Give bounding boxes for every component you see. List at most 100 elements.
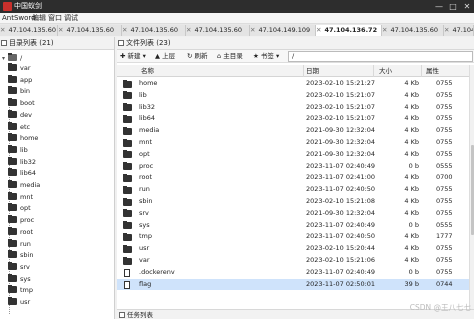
tree-root[interactable]: ▾ / (2, 53, 22, 63)
home-button[interactable]: ⌂ 主目录 (217, 51, 243, 62)
file-row[interactable]: media 2021-09-30 12:32:04 4 Kb 0755 (117, 125, 469, 137)
file-perm: 0755 (436, 79, 453, 87)
tree-item-sys[interactable]: sys (8, 273, 31, 284)
column-divider (421, 65, 422, 77)
tab-close-icon[interactable]: ✕ (58, 26, 63, 34)
column-date[interactable]: 日期 (306, 65, 319, 77)
file-row[interactable]: usr 2023-02-10 15:20:44 4 Kb 0755 (117, 243, 469, 255)
folder-icon (123, 244, 132, 253)
file-row[interactable]: srv 2021-09-30 12:32:04 4 Kb 0755 (117, 208, 469, 220)
tree-item-app[interactable]: app (8, 74, 32, 85)
file-row[interactable]: var 2023-02-10 15:21:06 4 Kb 0755 (117, 255, 469, 267)
tree-item-dev[interactable]: dev (8, 109, 32, 120)
tab-3[interactable]: ✕ 47.104.135.60 (122, 25, 186, 36)
file-perm: 0755 (436, 208, 453, 217)
tab-close-icon[interactable]: ✕ (0, 26, 5, 34)
tab-2[interactable]: ✕ 47.104.135.60 (58, 25, 122, 36)
menu-window[interactable]: 窗口 (48, 13, 62, 24)
file-name: var (139, 256, 150, 264)
file-row[interactable]: mnt 2021-09-30 12:32:04 4 Kb 0755 (117, 137, 469, 149)
close-window-button[interactable]: ✕ (460, 0, 474, 13)
file-panel-header: 文件列表 (23) (117, 37, 474, 50)
file-row[interactable]: proc 2023-11-07 02:40:49 0 b 0555 (117, 161, 469, 173)
file-date: 2023-02-10 15:21:07 (306, 114, 376, 123)
tree-item-lib[interactable]: lib (8, 144, 28, 155)
tree-item-mnt[interactable]: mnt (8, 191, 33, 202)
file-row[interactable]: run 2023-11-07 02:40:50 4 Kb 0755 (117, 184, 469, 196)
file-name: tmp (139, 232, 153, 241)
collapse-icon[interactable] (1, 40, 7, 46)
file-perm: 0700 (436, 173, 453, 182)
tab-close-icon[interactable]: ✕ (250, 26, 255, 34)
vertical-scrollbar[interactable] (469, 65, 474, 309)
file-row[interactable]: sbin 2023-02-10 15:21:08 4 Kb 0755 (117, 196, 469, 208)
directory-panel: 目录列表 (21) ▾ / var app bin boot dev etc home lib l… (0, 37, 115, 319)
column-size[interactable]: 大小 (379, 65, 392, 77)
file-name: home (139, 79, 158, 87)
new-button[interactable]: ✚ 新建 ▾ (120, 51, 146, 62)
tab-6-active[interactable]: ✕ 47.104.136.72 (316, 25, 382, 36)
menu-debug[interactable]: 调试 (64, 13, 78, 24)
tree-item-var[interactable]: var (8, 63, 31, 73)
tab-5[interactable]: ✕ 47.104.149.109 (250, 25, 316, 36)
tree-item-media[interactable]: media (8, 180, 40, 190)
file-name: root (139, 173, 153, 182)
file-row[interactable]: opt 2021-09-30 12:32:04 4 Kb 0755 (117, 149, 469, 161)
path-input[interactable]: / (288, 51, 473, 62)
file-row[interactable]: lib32 2023-02-10 15:21:07 4 Kb 0755 (117, 102, 469, 114)
tree-item-tmp[interactable]: tmp (8, 285, 33, 295)
file-row[interactable]: lib64 2023-02-10 15:21:07 4 Kb 0755 (117, 113, 469, 125)
directory-panel-header: 目录列表 (21) (0, 37, 114, 50)
tab-label: 47.104.135.60 (194, 26, 243, 34)
tab-label: 47.104.149.109 (258, 26, 311, 34)
tree-item-home[interactable]: home (8, 133, 38, 143)
tree-item-usr[interactable]: usr (8, 297, 30, 307)
refresh-button[interactable]: ↻ 刷新 (187, 51, 208, 62)
tab-4[interactable]: ✕ 47.104.135.60 (186, 25, 250, 36)
tab-7[interactable]: ✕ 47.104.135.60 (382, 25, 444, 36)
file-icon (124, 268, 130, 277)
tab-close-icon[interactable]: ✕ (444, 26, 449, 34)
tab-close-icon[interactable]: ✕ (382, 26, 387, 34)
bookmark-label: 书签 (260, 52, 274, 60)
tree-item-label: home (20, 134, 39, 143)
tab-1[interactable]: ✕ 47.104.135.60 (0, 25, 58, 36)
tab-close-icon[interactable]: ✕ (122, 26, 127, 34)
collapse-icon[interactable] (118, 40, 124, 46)
tab-8[interactable]: ✕47.104.135.60 (444, 25, 474, 36)
bookmark-button[interactable]: ★ 书签 ▾ (253, 51, 279, 62)
folder-icon (123, 185, 132, 194)
tab-close-icon[interactable]: ✕ (186, 26, 191, 34)
file-row[interactable]: home 2023-02-10 15:21:27 4 Kb 0755 (117, 78, 469, 90)
tree-item-lib64[interactable]: lib64 (8, 168, 36, 178)
tree-item-bin[interactable]: bin (8, 86, 30, 96)
file-size: 4 Kb (404, 102, 419, 111)
tree-item-srv[interactable]: srv (8, 261, 30, 272)
file-row[interactable]: flag 2023-11-07 02:50:01 39 b 0744 (117, 278, 469, 291)
tree-item-root[interactable]: root (8, 226, 33, 237)
file-row[interactable]: lib 2023-02-10 15:21:07 4 Kb 0755 (117, 90, 469, 102)
tree-item-lib32[interactable]: lib32 (8, 156, 36, 167)
file-size: 0 b (408, 267, 419, 276)
tree-item-opt[interactable]: opt (8, 203, 31, 213)
folder-icon (8, 215, 17, 224)
file-row[interactable]: sys 2023-11-07 02:40:49 0 b 0555 (117, 220, 469, 232)
file-row[interactable]: .dockerenv 2023-11-07 02:40:49 0 b 0755 (117, 267, 469, 279)
tree-item-proc[interactable]: proc (8, 215, 34, 225)
column-name[interactable]: 名称 (141, 65, 154, 77)
file-row[interactable]: tmp 2023-11-07 02:40:50 4 Kb 1777 (117, 231, 469, 243)
tree-item-sbin[interactable]: sbin (8, 250, 33, 260)
folder-icon (8, 133, 17, 142)
tab-close-icon[interactable]: ✕ (316, 26, 321, 34)
menu-edit[interactable]: 编辑 (32, 13, 46, 24)
menu-antsword[interactable]: AntSword (2, 13, 36, 24)
tree-item-etc[interactable]: etc (8, 121, 30, 132)
file-row[interactable]: root 2023-11-07 02:41:00 4 Kb 0700 (117, 172, 469, 184)
minimize-button[interactable]: — (432, 0, 446, 13)
tree-item-run[interactable]: run (8, 238, 31, 249)
tree-item-boot[interactable]: boot (8, 98, 35, 108)
collapse-icon[interactable] (119, 312, 125, 318)
up-button[interactable]: ▲ 上层 (155, 51, 175, 62)
maximize-button[interactable]: □ (446, 0, 460, 13)
column-perm[interactable]: 属性 (426, 65, 439, 77)
